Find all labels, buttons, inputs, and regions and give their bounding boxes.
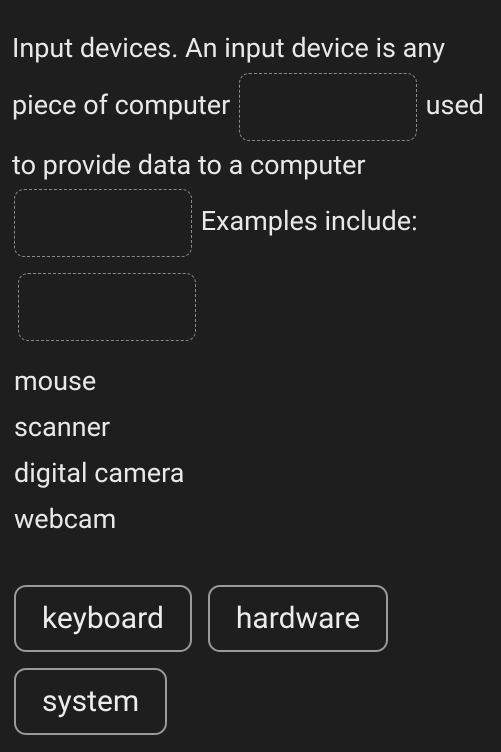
list-item: digital camera xyxy=(14,451,489,497)
blank-slot-1[interactable] xyxy=(239,73,417,141)
word-option-system[interactable]: system xyxy=(14,668,167,735)
fill-in-paragraph: Input devices. An input device is any pi… xyxy=(12,28,489,341)
blank-slot-3[interactable] xyxy=(18,273,196,341)
examples-list: mouse scanner digital camera webcam xyxy=(14,359,489,543)
blank-slot-2[interactable] xyxy=(14,189,192,257)
list-item: mouse xyxy=(14,359,489,405)
word-option-hardware[interactable]: hardware xyxy=(208,585,388,652)
word-option-keyboard[interactable]: keyboard xyxy=(14,585,192,652)
word-bank: keyboard hardware system xyxy=(12,585,489,735)
paragraph-text-3: Examples include: xyxy=(201,205,418,237)
list-item: webcam xyxy=(14,497,489,543)
list-item: scanner xyxy=(14,405,489,451)
